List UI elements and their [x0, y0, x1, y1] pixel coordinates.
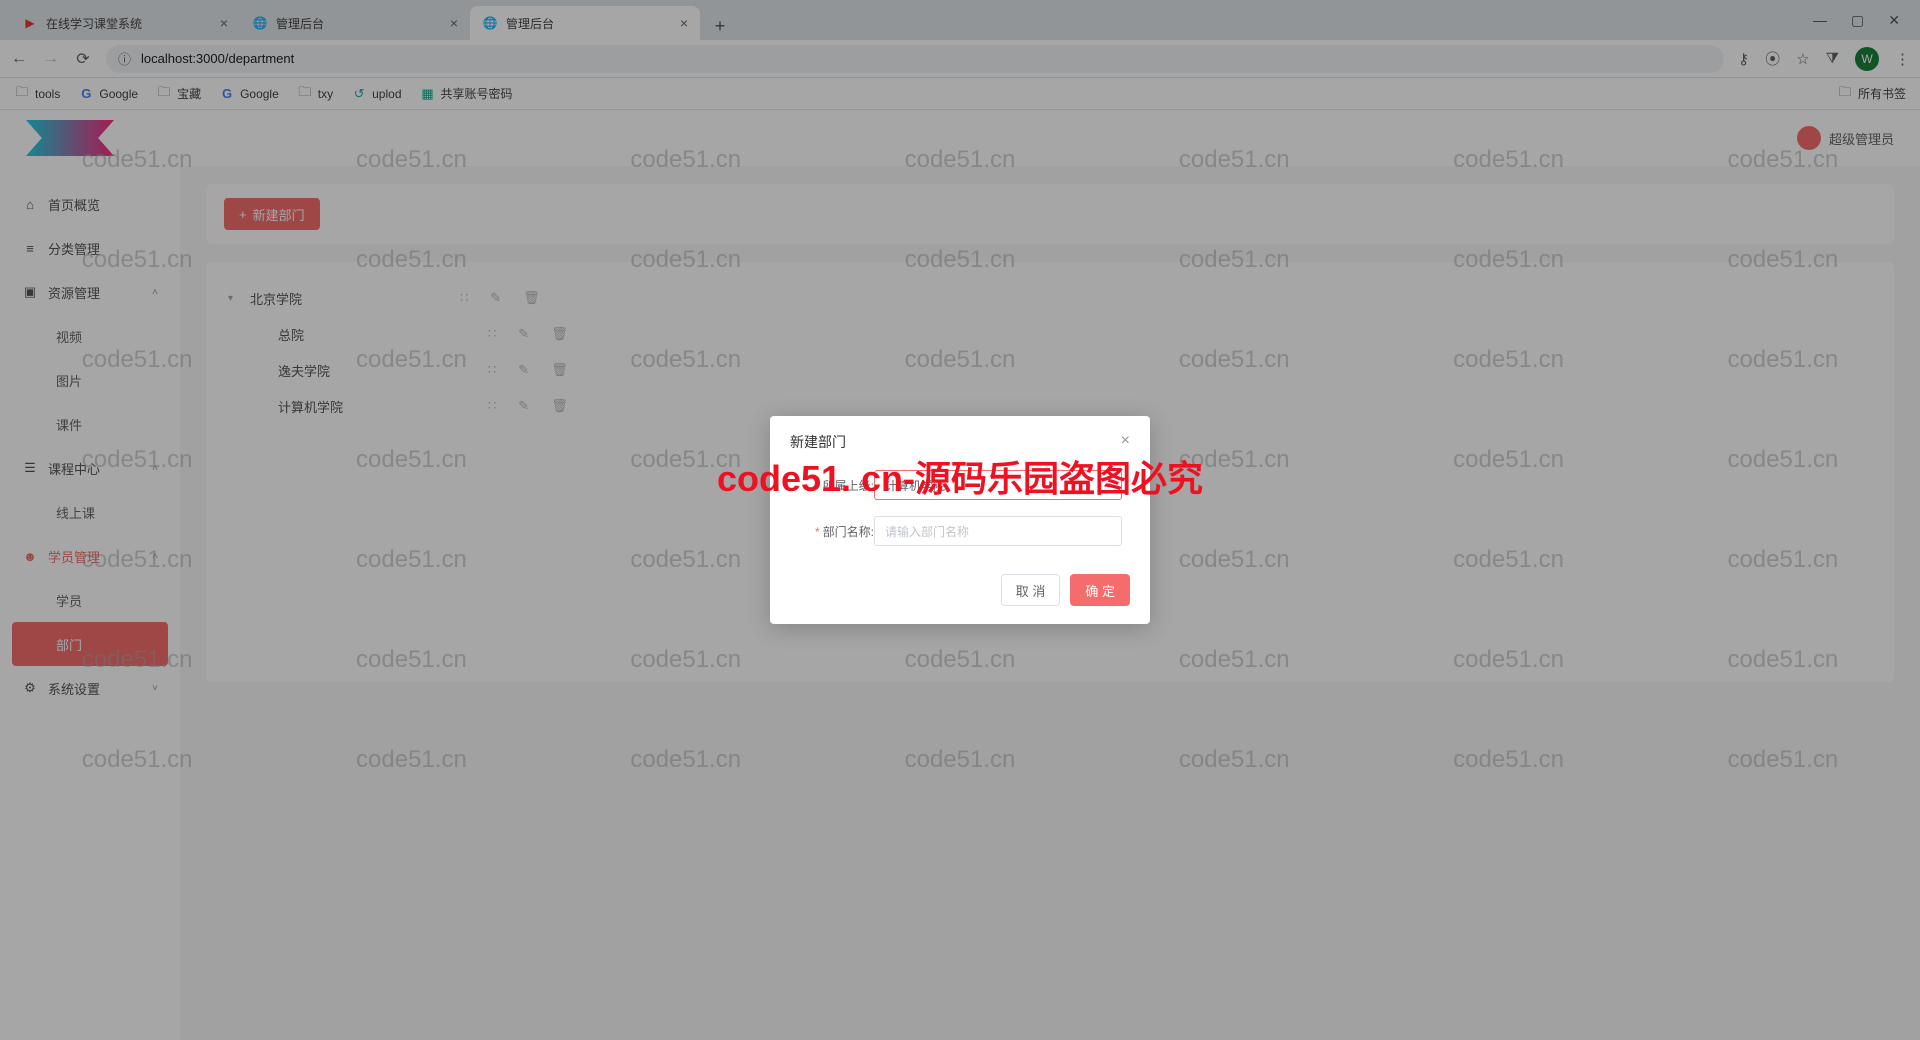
- dialog-title: 新建部门: [790, 432, 846, 452]
- parent-label: *所属上级:: [798, 477, 874, 494]
- cancel-button[interactable]: 取 消: [1001, 574, 1061, 606]
- name-input[interactable]: 请输入部门名称: [874, 516, 1122, 546]
- confirm-button[interactable]: 确 定: [1070, 574, 1130, 606]
- modal-layer: 新建部门 × *所属上级: 计算机学院 ▾ *部门名称: 请输入部门名称 取 消…: [0, 0, 1920, 1040]
- select-value: 计算机学院: [885, 477, 945, 494]
- input-placeholder: 请输入部门名称: [885, 523, 969, 540]
- new-department-dialog: 新建部门 × *所属上级: 计算机学院 ▾ *部门名称: 请输入部门名称 取 消…: [770, 416, 1150, 624]
- parent-select[interactable]: 计算机学院 ▾: [874, 470, 1122, 500]
- chevron-down-icon: ▾: [1106, 480, 1111, 491]
- name-label: *部门名称:: [798, 523, 874, 540]
- close-icon[interactable]: ×: [1121, 432, 1130, 452]
